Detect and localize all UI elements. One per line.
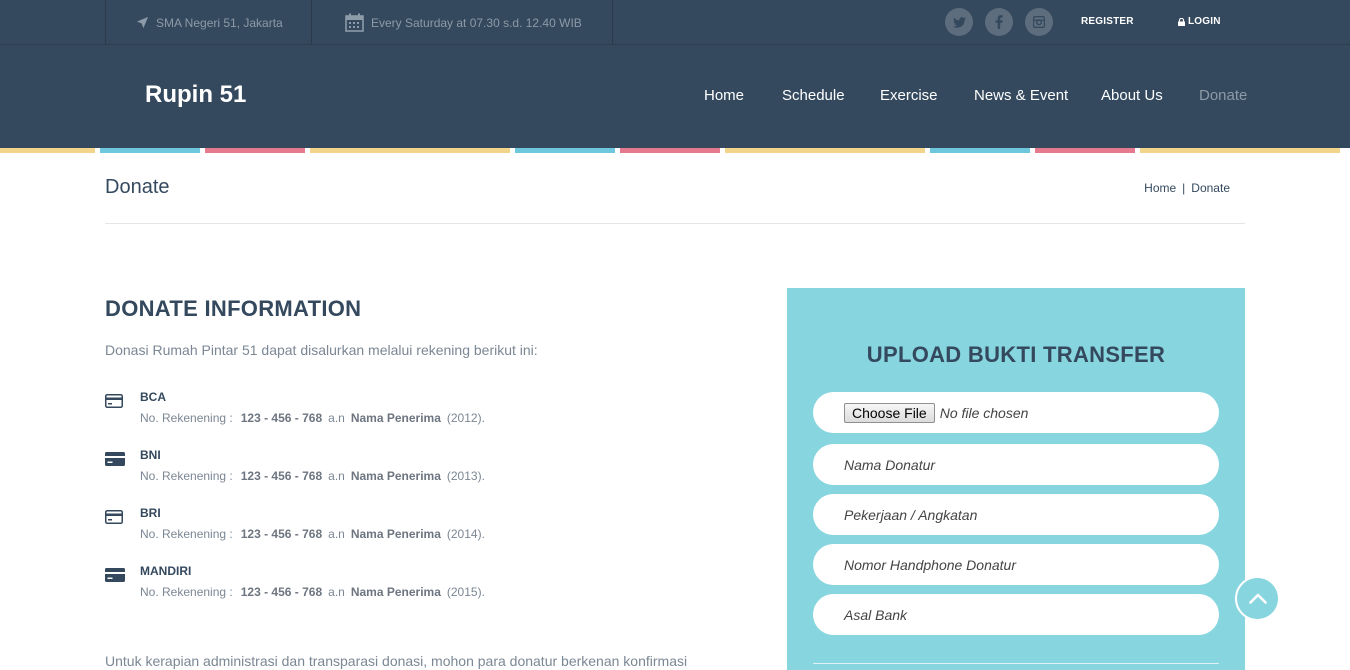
file-upload-field[interactable]: Choose File No file chosen <box>813 392 1219 433</box>
bank-account-line: No. Rekenening : 123 - 456 - 768 a.n Nama P… <box>140 527 485 541</box>
account-holder: Nama Penerima <box>350 469 441 483</box>
schedule-text: Every Saturday at 07.30 s.d. 12.40 WIB <box>371 15 582 30</box>
stripe <box>725 148 925 153</box>
bank-item: BRI No. Rekenening : 123 - 456 - 768 a.n Na… <box>105 506 725 546</box>
calendar-icon <box>345 13 364 32</box>
an-label: a.n <box>328 527 345 541</box>
color-stripes <box>0 148 1350 153</box>
donate-intro: Donasi Rumah Pintar 51 dapat disalurkan … <box>105 342 538 358</box>
nav-schedule[interactable]: Schedule <box>782 87 845 104</box>
account-label: No. Rekenening : <box>140 585 233 599</box>
nav-donate[interactable]: Donate <box>1199 87 1247 104</box>
location-text: SMA Negeri 51, Jakarta <box>156 15 283 30</box>
page-title: Donate <box>105 176 170 198</box>
account-holder: Nama Penerima <box>350 527 441 541</box>
bank-account-line: No. Rekenening : 123 - 456 - 768 a.n Nama P… <box>140 585 485 599</box>
account-number: 123 - 456 - 768 <box>240 527 323 541</box>
panel-divider <box>813 663 1219 664</box>
phone-input[interactable]: Nomor Handphone Donatur <box>813 544 1219 585</box>
account-holder: Nama Penerima <box>350 585 441 599</box>
bank-origin-input[interactable]: Asal Bank <box>813 594 1219 635</box>
site-logo[interactable]: Rupin 51 <box>145 81 246 109</box>
bank-name: BCA <box>140 390 166 404</box>
account-number: 123 - 456 - 768 <box>240 411 323 425</box>
an-label: a.n <box>328 585 345 599</box>
stripe <box>930 148 1030 153</box>
top-bar: SMA Negeri 51, Jakarta Every Saturday at… <box>0 0 1350 45</box>
stripe <box>1140 148 1340 153</box>
account-year: (2012). <box>446 411 485 425</box>
scroll-to-top-button[interactable] <box>1235 576 1280 621</box>
an-label: a.n <box>328 411 345 425</box>
file-status: No file chosen <box>939 404 1029 421</box>
register-link[interactable]: REGISTER <box>1081 16 1134 27</box>
login-link[interactable]: LOGIN <box>1178 16 1221 27</box>
divider <box>105 223 1245 224</box>
stripe <box>0 148 95 153</box>
nav-about-us[interactable]: About Us <box>1101 87 1163 104</box>
credit-card-icon <box>105 394 123 408</box>
nav-exercise[interactable]: Exercise <box>880 87 938 104</box>
facebook-icon[interactable] <box>985 8 1013 36</box>
account-label: No. Rekenening : <box>140 469 233 483</box>
lock-icon <box>1178 17 1185 26</box>
nav-news-event[interactable]: News & Event <box>974 87 1068 104</box>
occupation-input[interactable]: Pekerjaan / Angkatan <box>813 494 1219 535</box>
bank-name: BNI <box>140 448 161 462</box>
breadcrumb-home[interactable]: Home <box>1144 181 1176 195</box>
bank-account-line: No. Rekenening : 123 - 456 - 768 a.n Nama P… <box>140 469 485 483</box>
breadcrumb: Home | Donate <box>1144 181 1230 195</box>
schedule-info: Every Saturday at 07.30 s.d. 12.40 WIB <box>312 0 613 45</box>
donor-name-input[interactable]: Nama Donatur <box>813 444 1219 485</box>
bank-item: MANDIRI No. Rekenening : 123 - 456 - 768 a… <box>105 564 725 604</box>
account-year: (2013). <box>446 469 485 483</box>
credit-card-icon <box>105 452 125 466</box>
stripe <box>620 148 720 153</box>
instagram-icon[interactable] <box>1025 8 1053 36</box>
main-header: Rupin 51 Home Schedule Exercise News & E… <box>0 45 1350 148</box>
bank-name: BRI <box>140 506 161 520</box>
account-number: 123 - 456 - 768 <box>240 585 323 599</box>
nav-home[interactable]: Home <box>704 87 744 104</box>
stripe <box>100 148 200 153</box>
stripe <box>205 148 305 153</box>
breadcrumb-current: Donate <box>1191 181 1230 195</box>
upload-panel: UPLOAD BUKTI TRANSFER Choose File No fil… <box>787 288 1245 670</box>
confirmation-note: Untuk kerapian administrasi dan transpar… <box>105 653 688 669</box>
login-label: LOGIN <box>1188 16 1221 27</box>
breadcrumb-separator: | <box>1182 181 1186 195</box>
bank-account-line: No. Rekenening : 123 - 456 - 768 a.n Nama P… <box>140 411 485 425</box>
credit-card-icon <box>105 510 123 524</box>
location-info: SMA Negeri 51, Jakarta <box>105 0 312 45</box>
stripe <box>310 148 510 153</box>
register-label: REGISTER <box>1081 16 1134 27</box>
account-year: (2015). <box>446 585 485 599</box>
account-label: No. Rekenening : <box>140 411 233 425</box>
choose-file-button[interactable]: Choose File <box>844 402 935 423</box>
twitter-icon[interactable] <box>945 8 973 36</box>
account-label: No. Rekenening : <box>140 527 233 541</box>
credit-card-icon <box>105 568 125 582</box>
account-number: 123 - 456 - 768 <box>240 469 323 483</box>
location-arrow-icon <box>136 16 149 29</box>
chevron-up-icon <box>1248 593 1267 604</box>
bank-name: MANDIRI <box>140 564 192 578</box>
bank-item: BCA No. Rekenening : 123 - 456 - 768 a.n Na… <box>105 390 725 430</box>
upload-title: UPLOAD BUKTI TRANSFER <box>866 342 1166 367</box>
donate-info-heading: DONATE INFORMATION <box>105 296 362 321</box>
bank-item: BNI No. Rekenening : 123 - 456 - 768 a.n Na… <box>105 448 725 488</box>
account-year: (2014). <box>446 527 485 541</box>
an-label: a.n <box>328 469 345 483</box>
stripe <box>1035 148 1135 153</box>
stripe <box>515 148 615 153</box>
account-holder: Nama Penerima <box>350 411 441 425</box>
